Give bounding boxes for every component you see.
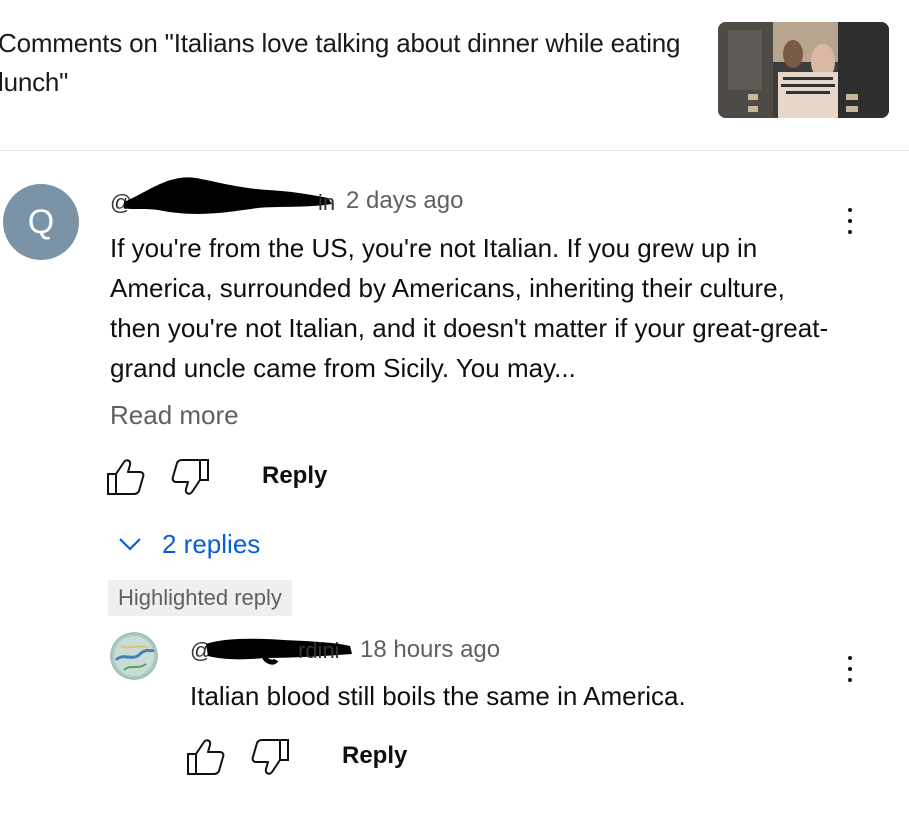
replies-toggle[interactable]: 2 replies (118, 526, 260, 562)
chevron-down-icon (118, 537, 142, 551)
thumb-down-icon[interactable] (250, 738, 290, 776)
reply-button[interactable]: Reply (262, 461, 327, 491)
replies-count-label: 2 replies (162, 528, 261, 559)
avatar[interactable] (110, 632, 158, 680)
author-name-tail: in (318, 190, 336, 215)
read-more-link[interactable]: Read more (110, 398, 239, 432)
highlighted-reply-badge: Highlighted reply (108, 580, 292, 616)
more-vert-icon[interactable] (845, 208, 855, 242)
reply-author-name-tail: rdini (298, 638, 340, 663)
more-vert-icon[interactable] (845, 656, 855, 690)
comments-panel: Comments on "Italians love talking about… (0, 0, 909, 834)
video-thumbnail[interactable] (718, 22, 889, 118)
thumb-up-icon[interactable] (106, 458, 146, 496)
page-title: Comments on "Italians love talking about… (0, 28, 681, 97)
reply-body: Italian blood still boils the same in Am… (190, 681, 686, 711)
comment-body: If you're from the US, you're not Italia… (110, 233, 829, 383)
header-divider (0, 150, 909, 151)
thumbnail-image (718, 22, 889, 118)
comment-timestamp[interactable]: 2 days ago (346, 186, 463, 216)
reply-timestamp[interactable]: 18 hours ago (360, 635, 500, 665)
thumb-down-icon[interactable] (170, 458, 210, 496)
reply-button[interactable]: Reply (342, 741, 407, 771)
thumb-up-icon[interactable] (186, 738, 226, 776)
globe-avatar-image (110, 632, 158, 680)
avatar[interactable]: Q (3, 184, 79, 260)
redacted-author-name (124, 177, 332, 214)
